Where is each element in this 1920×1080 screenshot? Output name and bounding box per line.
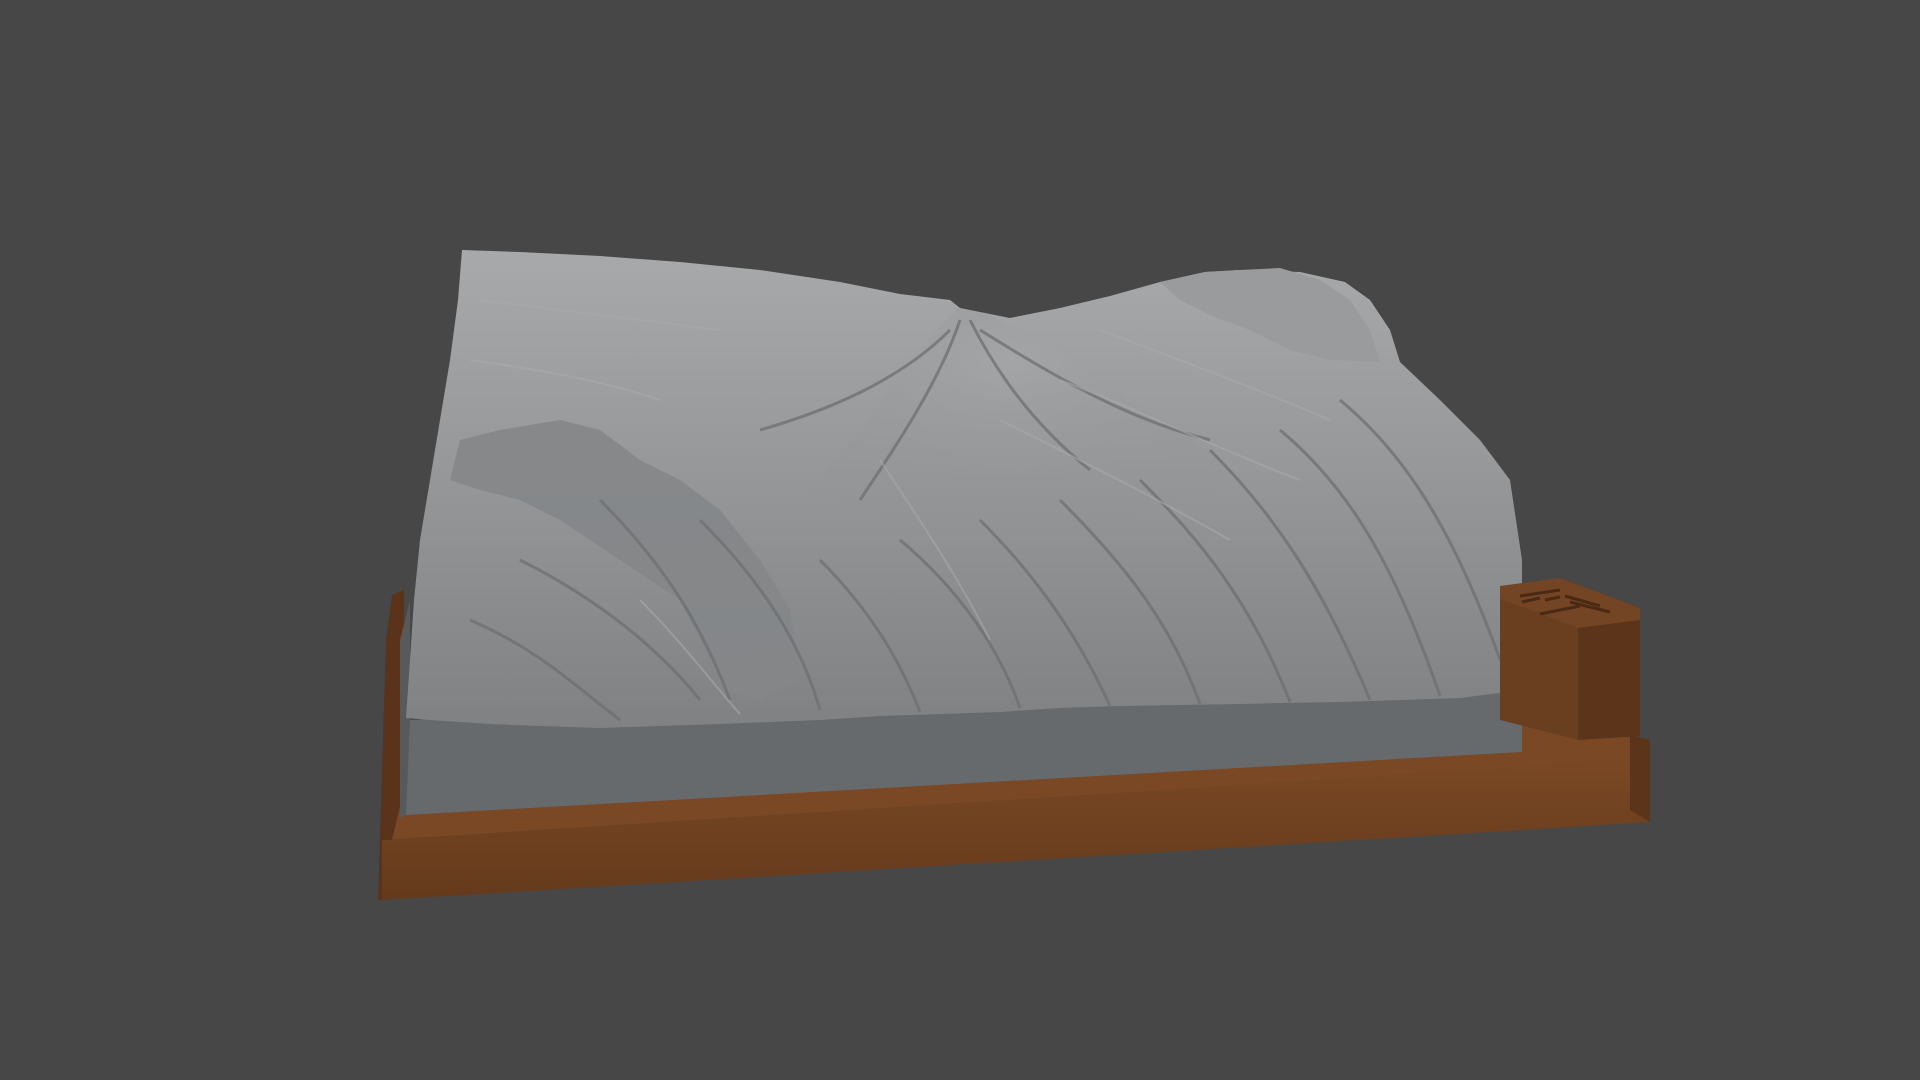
3d-viewport[interactable]: [0, 0, 1920, 1080]
label-block-side: [1578, 620, 1640, 740]
frame-right-end: [1630, 735, 1650, 822]
terrain-model-render: [378, 250, 1650, 900]
